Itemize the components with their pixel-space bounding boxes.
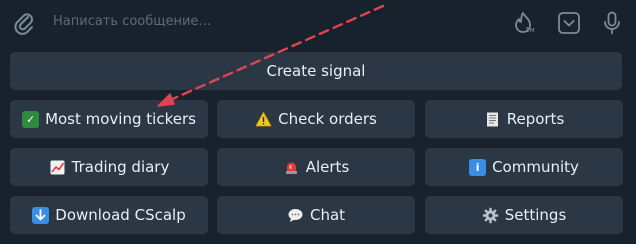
settings-label: Settings	[504, 206, 567, 224]
trading-diary-label: Trading diary	[71, 158, 170, 176]
bot-keyboard-icon[interactable]	[555, 9, 583, 37]
check-orders-button[interactable]: Check orders	[217, 100, 415, 138]
download-cscalp-button[interactable]: Download CScalp	[10, 196, 208, 234]
alerts-label: Alerts	[305, 158, 350, 176]
download-cscalp-label: Download CScalp	[55, 206, 186, 224]
create-signal-label: Create signal	[266, 62, 366, 80]
create-signal-button[interactable]: Create signal	[10, 52, 622, 90]
speech-balloon-icon	[287, 207, 304, 224]
gear-icon	[482, 207, 499, 224]
chat-button[interactable]: Chat	[217, 196, 415, 234]
warning-icon	[255, 111, 272, 128]
paperclip-icon[interactable]	[10, 9, 38, 37]
down-arrow-icon	[32, 206, 50, 224]
receipt-icon	[484, 111, 501, 128]
chart-yen-icon: ✓	[22, 110, 40, 128]
siren-icon	[283, 159, 300, 176]
trading-diary-button[interactable]: Trading diary	[10, 148, 208, 186]
reports-button[interactable]: Reports	[425, 100, 623, 138]
community-label: Community	[492, 158, 579, 176]
alerts-button[interactable]: Alerts	[217, 148, 415, 186]
settings-button[interactable]: Settings	[425, 196, 623, 234]
most-moving-tickers-button[interactable]: ✓ Most moving tickers	[10, 100, 208, 138]
bot-chat-panel: Написать сообщение... 1м Create signal ✓…	[0, 0, 636, 244]
reports-label: Reports	[506, 110, 565, 128]
chat-label: Chat	[309, 206, 346, 224]
microphone-icon[interactable]	[598, 9, 626, 37]
most-moving-tickers-label: Most moving tickers	[45, 110, 196, 128]
compose-bar: Написать сообщение... 1м	[0, 0, 636, 46]
timer-label: 1м	[525, 26, 535, 34]
check-orders-label: Check orders	[278, 110, 377, 128]
information-icon: i	[469, 158, 487, 176]
community-button[interactable]: i Community	[425, 148, 623, 186]
message-input[interactable]: Написать сообщение...	[53, 14, 211, 29]
chart-increasing-icon	[49, 159, 66, 176]
